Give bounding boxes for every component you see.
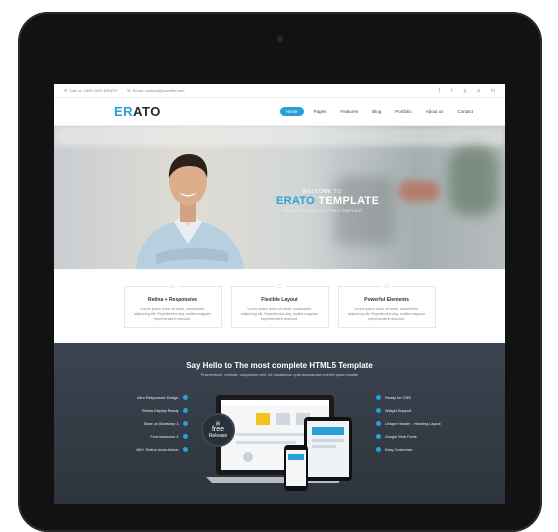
- site-header: ERATO Home Pages Features Blog Portfolio…: [54, 98, 505, 126]
- check-icon: [376, 447, 381, 452]
- feature-title: Flexible Layout: [261, 297, 298, 303]
- list-item: Google Web Fonts: [376, 430, 441, 443]
- hero-bg-blur: [449, 146, 499, 216]
- list-item-label: Easy Customize: [385, 447, 413, 452]
- check-icon: [182, 421, 188, 426]
- feature-card: ▭ Retina + Responsive Lorem ipsum dolor …: [123, 282, 222, 328]
- nav-blog[interactable]: Blog: [368, 107, 385, 116]
- list-item: Base on Bootstrap 3: [136, 417, 188, 430]
- phone-icon: ✆: [64, 88, 68, 93]
- hero-banner: WELCOME TO ERATO TEMPLATE THE MOST COMPL…: [54, 126, 505, 269]
- list-item: Font Awesome 4: [136, 430, 188, 443]
- camera-dot: [277, 36, 283, 42]
- list-item: Easy Customize: [376, 443, 441, 456]
- check-icon: [376, 421, 381, 426]
- list-item-label: Widget Support: [385, 408, 412, 413]
- list-item: Retina Display Ready: [136, 404, 188, 417]
- feature-card: □ Flexible Layout Lorem ipsum dolor sit …: [230, 282, 329, 328]
- feature-title: Retina + Responsive: [147, 297, 198, 303]
- top-bar: ✆ Call us: 1800 1000 ERATO ✉ Email: cont…: [54, 84, 505, 98]
- monitor-icon: ▭: [167, 282, 178, 292]
- list-item-label: 450+ Retina Icons Addon: [136, 447, 179, 452]
- hero-person-image: [136, 154, 244, 269]
- nav-about[interactable]: About us: [422, 107, 448, 116]
- list-item-label: Font Awesome 4: [150, 434, 179, 439]
- hero-title-rest: TEMPLATE: [315, 195, 380, 207]
- elements-icon: ◇: [381, 282, 392, 292]
- website-screen: ✆ Call us: 1800 1000 ERATO ✉ Email: cont…: [54, 84, 505, 504]
- site-logo[interactable]: ERATO: [114, 104, 161, 119]
- email-text: Email: contact@yoursite.com: [132, 88, 185, 93]
- feature-text: Lorem ipsum dolor sit amet, consectetur …: [133, 307, 212, 321]
- list-item-label: Google Web Fonts: [385, 434, 417, 439]
- feature-card: ◇ Powerful Elements Lorem ipsum dolor si…: [337, 282, 436, 328]
- check-icon: [376, 408, 381, 413]
- google-plus-icon[interactable]: g: [464, 88, 467, 94]
- hero-title: ERATO TEMPLATE: [276, 195, 379, 207]
- check-icon: [376, 434, 381, 439]
- free-release-badge[interactable]: ⊞ free Release: [201, 413, 235, 447]
- check-icon: [182, 395, 188, 400]
- mail-icon: ✉: [127, 88, 131, 93]
- list-item-label: Ultra Responsive Design: [136, 395, 179, 400]
- feature-text: Lorem ipsum dolor sit amet, consectetur …: [347, 307, 426, 321]
- email-info: ✉ Email: contact@yoursite.com: [127, 88, 184, 93]
- hero-bg-blur: [54, 126, 505, 146]
- logo-suffix: ATO: [133, 104, 161, 119]
- nav-contact[interactable]: Contact: [453, 107, 477, 116]
- phone-info: ✆ Call us: 1800 1000 ERATO: [64, 88, 117, 93]
- list-item-label: Base on Bootstrap 3: [144, 421, 179, 426]
- hero-subtitle: THE MOST COMPLETE HTML5 TEMPLATE: [282, 209, 362, 213]
- main-nav: Home Pages Features Blog Portfolio About…: [279, 107, 477, 116]
- check-icon: [182, 447, 188, 452]
- release-label: Release: [208, 433, 228, 439]
- list-item: Ready for CMS: [376, 391, 441, 404]
- logo-prefix: ER: [114, 104, 134, 119]
- list-item-label: Unique Header - Heading Layout: [385, 421, 441, 426]
- nav-portfolio[interactable]: Portfolio: [391, 107, 416, 116]
- promo-section: Say Hello to The most complete HTML5 Tem…: [54, 343, 505, 504]
- list-item: 450+ Retina Icons Addon: [136, 443, 188, 456]
- pinterest-icon[interactable]: p: [477, 88, 480, 94]
- features-row: ▭ Retina + Responsive Lorem ipsum dolor …: [54, 269, 505, 343]
- check-icon: [376, 395, 381, 400]
- list-item-label: Ready for CMS: [385, 395, 411, 400]
- list-item: Ultra Responsive Design: [136, 391, 188, 404]
- list-item: Widget Support: [376, 404, 441, 417]
- feature-title: Powerful Elements: [364, 297, 409, 303]
- devices-mockup-image: [206, 395, 352, 491]
- hero-text: WELCOME TO ERATO TEMPLATE THE MOST COMPL…: [276, 189, 379, 213]
- feature-list-left: Ultra Responsive Design Retina Display R…: [136, 391, 188, 456]
- facebook-icon[interactable]: f: [439, 88, 440, 94]
- promo-title: Say Hello to The most complete HTML5 Tem…: [186, 361, 373, 370]
- list-item-label: Retina Display Ready: [142, 408, 179, 413]
- nav-pages[interactable]: Pages: [310, 107, 331, 116]
- hero-title-accent: ERATO: [276, 195, 315, 207]
- social-links: f t g p in: [439, 88, 495, 94]
- promo-subtitle: Praesentium, veritatis, voluptatum velit…: [200, 373, 359, 377]
- list-item: Unique Header - Heading Layout: [376, 417, 441, 430]
- nav-features[interactable]: Features: [336, 107, 362, 116]
- feature-text: Lorem ipsum dolor sit amet, consectetur …: [240, 307, 319, 321]
- nav-home[interactable]: Home: [279, 107, 304, 116]
- hero-bg-blur: [399, 181, 439, 201]
- check-icon: [182, 434, 188, 439]
- twitter-icon[interactable]: t: [451, 88, 452, 94]
- linkedin-icon[interactable]: in: [491, 88, 495, 94]
- feature-list-right: Ready for CMS Widget Support Unique Head…: [376, 391, 441, 456]
- layout-icon: □: [274, 282, 285, 292]
- phone-text: Call us: 1800 1000 ERATO: [69, 88, 118, 93]
- check-icon: [182, 408, 188, 413]
